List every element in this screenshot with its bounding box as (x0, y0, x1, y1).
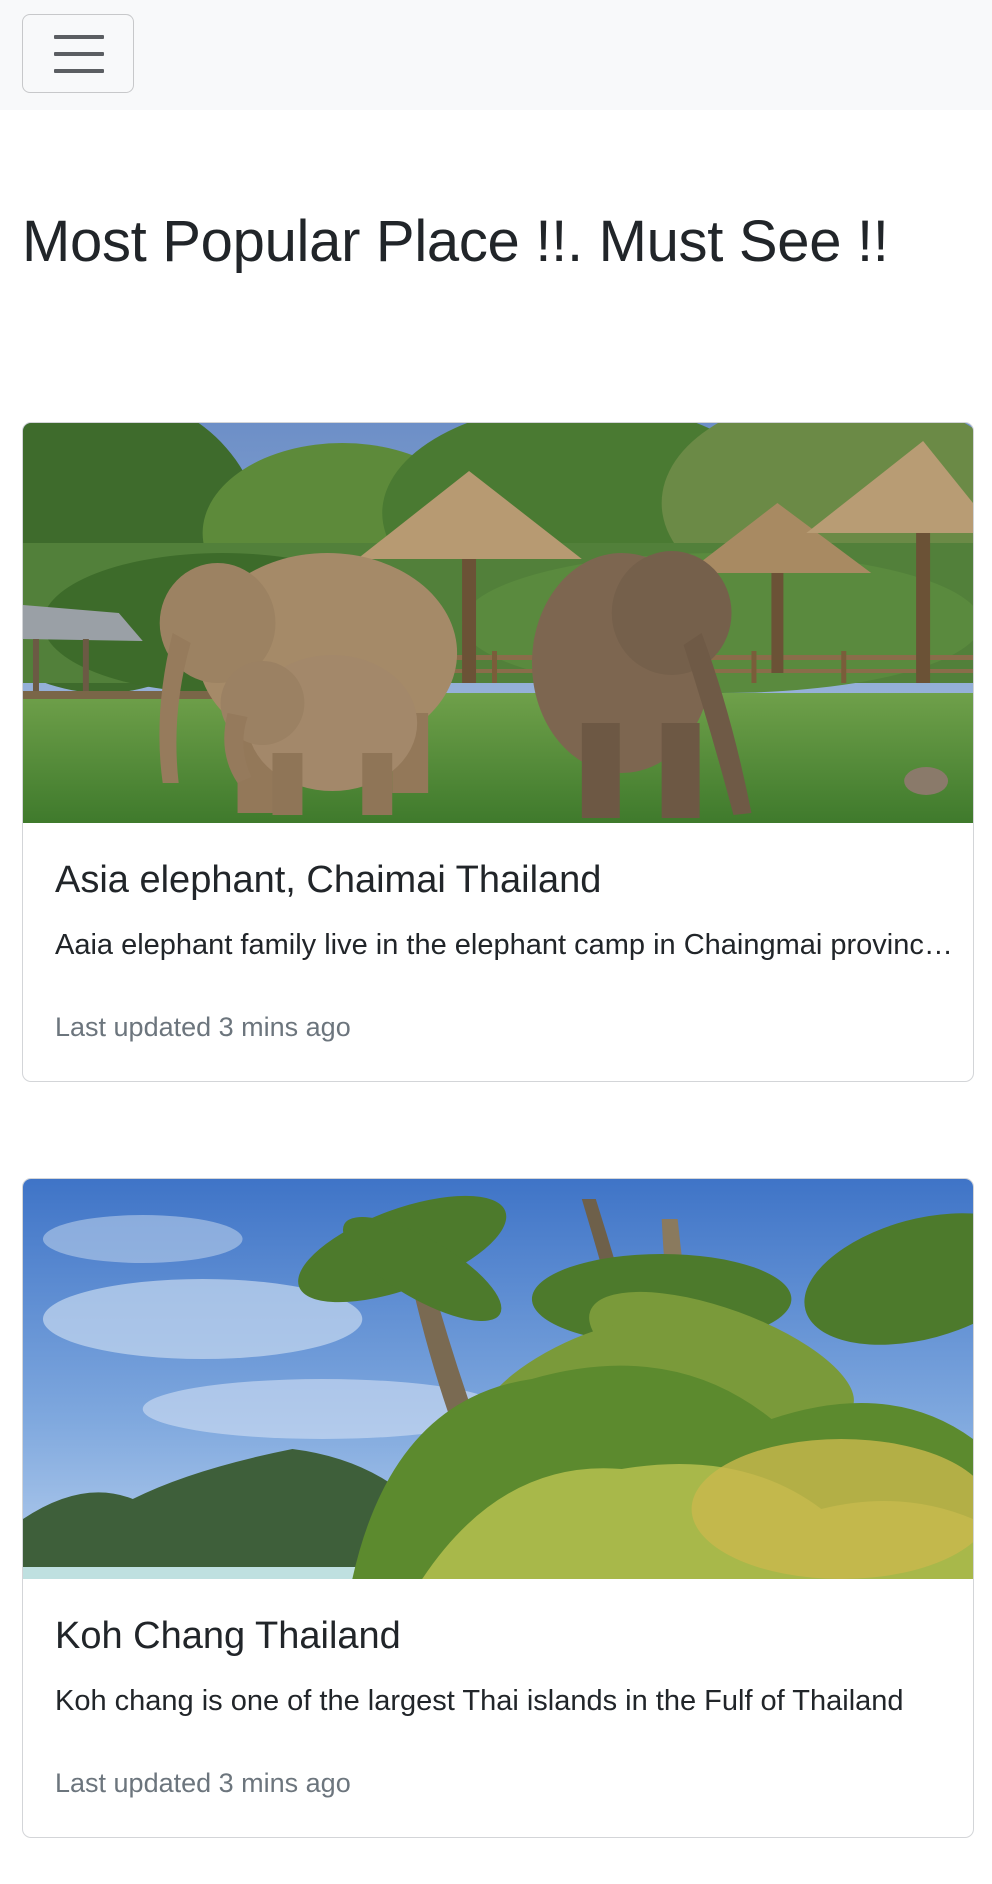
page-title: Most Popular Place !!. Must See !! (22, 209, 889, 274)
elephant-photo (23, 423, 973, 823)
place-card[interactable]: Asia elephant, Chaimai Thailand Aaia ele… (22, 422, 974, 1082)
card-title: Asia elephant, Chaimai Thailand (55, 859, 602, 901)
palm-beach-photo (23, 1179, 973, 1579)
navbar (0, 0, 992, 110)
card-updated-text: Last updated 3 mins ago (55, 1768, 351, 1798)
card-title: Koh Chang Thailand (55, 1615, 401, 1657)
card-text: Koh chang is one of the largest Thai isl… (55, 1685, 904, 1717)
navbar-toggler-button[interactable] (22, 14, 134, 93)
hamburger-menu-icon (54, 35, 104, 73)
card-text: Aaia elephant family live in the elephan… (55, 929, 955, 961)
place-card[interactable]: Koh Chang Thailand Koh chang is one of t… (22, 1178, 974, 1838)
card-updated-text: Last updated 3 mins ago (55, 1012, 351, 1042)
